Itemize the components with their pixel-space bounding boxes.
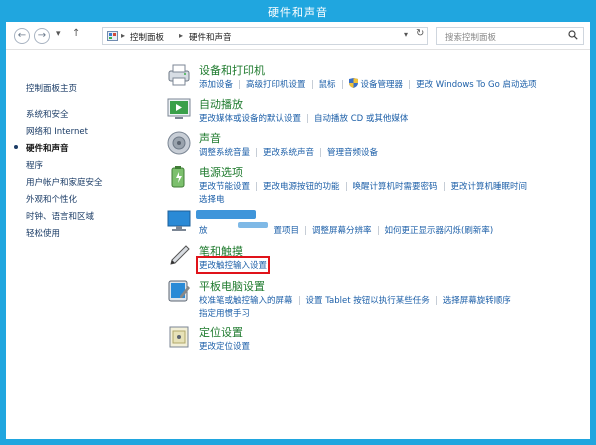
display-icon[interactable] bbox=[166, 208, 192, 234]
recent-pages-dropdown[interactable]: ▾ bbox=[56, 29, 61, 39]
pen-icon[interactable] bbox=[166, 243, 192, 269]
tablet-links-row2: 指定用惯手习 bbox=[199, 307, 250, 319]
breadcrumb-control-panel[interactable]: 控制面板 bbox=[130, 31, 164, 43]
breadcrumb-separator-icon[interactable]: ▸ bbox=[179, 31, 183, 40]
autoplay-heading[interactable]: 自动播放 bbox=[199, 96, 243, 112]
location-heading[interactable]: 定位设置 bbox=[199, 324, 243, 340]
sound-heading[interactable]: 声音 bbox=[199, 130, 221, 146]
devices-printers-heading[interactable]: 设备和打印机 bbox=[199, 62, 265, 78]
address-bar[interactable]: ▸ 控制面板 ▸ 硬件和声音 bbox=[102, 27, 428, 45]
current-item-bullet bbox=[14, 145, 18, 149]
breadcrumb-separator-icon[interactable]: ▸ bbox=[121, 31, 125, 40]
speaker-icon[interactable] bbox=[166, 130, 192, 156]
sidebar-item-network[interactable]: 网络和 Internet bbox=[26, 125, 88, 137]
window-title: 硬件和声音 bbox=[268, 6, 328, 19]
breadcrumb-hardware-sound[interactable]: 硬件和声音 bbox=[189, 31, 232, 43]
link-refresh-rate[interactable]: 如何更正显示器闪烁(刷新率) bbox=[385, 224, 494, 236]
link-calibrate-screen[interactable]: 校准笔或触控输入的屏幕 bbox=[199, 294, 293, 306]
link-add-device[interactable]: 添加设备 bbox=[199, 78, 233, 90]
refresh-button[interactable]: ↻ bbox=[416, 28, 424, 39]
printer-icon[interactable] bbox=[166, 62, 192, 88]
tablet-heading[interactable]: 平板电脑设置 bbox=[199, 278, 265, 294]
link-device-manager[interactable]: 设备管理器 bbox=[361, 78, 404, 90]
title-bar: 硬件和声音 bbox=[0, 0, 596, 22]
uac-shield-icon bbox=[348, 78, 358, 88]
sidebar-item-home[interactable]: 控制面板主页 bbox=[26, 82, 77, 94]
location-icon[interactable] bbox=[166, 324, 192, 350]
link-rotation-order[interactable]: 选择屏幕旋转顺序 bbox=[443, 294, 511, 306]
power-links-row2: 选择电 bbox=[199, 193, 225, 205]
redaction-mark bbox=[196, 210, 256, 219]
link-change-media-defaults[interactable]: 更改媒体或设备的默认设置 bbox=[199, 112, 301, 124]
address-dropdown-icon[interactable]: ▾ bbox=[404, 30, 408, 39]
link-mouse[interactable]: 鼠标 bbox=[319, 78, 336, 90]
link-autoplay-cd[interactable]: 自动播放 CD 或其他媒体 bbox=[314, 112, 408, 124]
link-adjust-volume[interactable]: 调整系统音量 bbox=[199, 146, 250, 158]
tablet-links: 校准笔或触控输入的屏幕 设置 Tablet 按钮以执行某些任务 选择屏幕旋转顺序 bbox=[199, 294, 511, 306]
up-button[interactable]: ↑ bbox=[72, 28, 80, 39]
forward-button[interactable]: → bbox=[34, 28, 50, 44]
sidebar-item-appearance[interactable]: 外观和个性化 bbox=[26, 193, 77, 205]
back-button[interactable]: ← bbox=[14, 28, 30, 44]
devices-printers-links: 添加设备 高级打印机设置 鼠标 设备管理器 更改 Windows To Go 启动选项 bbox=[199, 78, 537, 90]
link-choose-plan[interactable]: 选择电 bbox=[199, 193, 225, 205]
power-options-icon[interactable] bbox=[166, 164, 192, 190]
pen-touch-links: 更改触控输入设置 bbox=[195, 256, 271, 274]
link-handedness[interactable]: 指定用惯手习 bbox=[199, 307, 250, 319]
link-display-enlarge[interactable]: 放 bbox=[199, 224, 208, 236]
search-input[interactable]: 搜索控制面板 bbox=[436, 27, 584, 45]
location-links: 更改定位设置 bbox=[199, 340, 250, 352]
power-links: 更改节能设置 更改电源按钮的功能 唤醒计算机时需要密码 更改计算机睡眠时间 bbox=[199, 180, 527, 192]
link-display-items[interactable]: 置项目 bbox=[274, 224, 300, 236]
control-panel-window: 硬件和声音 ← → ▾ ↑ ▸ 控制面板 ▸ 硬件和声音 ▾ ↻ 搜索控制面板 … bbox=[0, 0, 596, 445]
sidebar-item-programs[interactable]: 程序 bbox=[26, 159, 43, 171]
link-change-touch-input[interactable]: 更改触控输入设置 bbox=[195, 256, 271, 274]
sidebar-item-user-accounts[interactable]: 用户帐户和家庭安全 bbox=[26, 176, 103, 188]
link-change-sounds[interactable]: 更改系统声音 bbox=[263, 146, 314, 158]
link-power-buttons[interactable]: 更改电源按钮的功能 bbox=[263, 180, 340, 192]
search-icon[interactable] bbox=[568, 30, 578, 40]
sidebar-item-clock-language[interactable]: 时钟、语言和区域 bbox=[26, 210, 94, 222]
autoplay-icon[interactable] bbox=[166, 96, 192, 122]
search-placeholder: 搜索控制面板 bbox=[445, 33, 497, 43]
tablet-icon[interactable] bbox=[166, 278, 192, 304]
sidebar-item-hardware-sound[interactable]: 硬件和声音 bbox=[26, 142, 69, 154]
link-advanced-printer[interactable]: 高级打印机设置 bbox=[246, 78, 306, 90]
link-tablet-buttons[interactable]: 设置 Tablet 按钮以执行某些任务 bbox=[306, 294, 430, 306]
link-sleep-time[interactable]: 更改计算机睡眠时间 bbox=[451, 180, 528, 192]
link-manage-audio[interactable]: 管理音频设备 bbox=[327, 146, 378, 158]
window-client: ← → ▾ ↑ ▸ 控制面板 ▸ 硬件和声音 ▾ ↻ 搜索控制面板 控制面板主页… bbox=[6, 22, 590, 439]
control-panel-icon bbox=[107, 31, 118, 41]
link-require-password[interactable]: 唤醒计算机时需要密码 bbox=[353, 180, 438, 192]
link-windows-to-go[interactable]: 更改 Windows To Go 启动选项 bbox=[416, 78, 537, 90]
link-power-saving[interactable]: 更改节能设置 bbox=[199, 180, 250, 192]
pen-touch-heading[interactable]: 笔和触摸 bbox=[199, 243, 243, 259]
link-screen-resolution[interactable]: 调整屏幕分辨率 bbox=[312, 224, 372, 236]
sidebar-item-ease-of-access[interactable]: 轻松使用 bbox=[26, 227, 60, 239]
sidebar-item-system-security[interactable]: 系统和安全 bbox=[26, 108, 69, 120]
link-change-location[interactable]: 更改定位设置 bbox=[199, 340, 250, 352]
power-heading[interactable]: 电源选项 bbox=[199, 164, 243, 180]
display-links: 放 置项目 调整屏幕分辨率 如何更正显示器闪烁(刷新率) bbox=[199, 224, 493, 236]
navigation-bar: ← → ▾ ↑ ▸ 控制面板 ▸ 硬件和声音 ▾ ↻ 搜索控制面板 bbox=[6, 22, 590, 50]
autoplay-links: 更改媒体或设备的默认设置 自动播放 CD 或其他媒体 bbox=[199, 112, 408, 124]
sound-links: 调整系统音量 更改系统声音 管理音频设备 bbox=[199, 146, 378, 158]
